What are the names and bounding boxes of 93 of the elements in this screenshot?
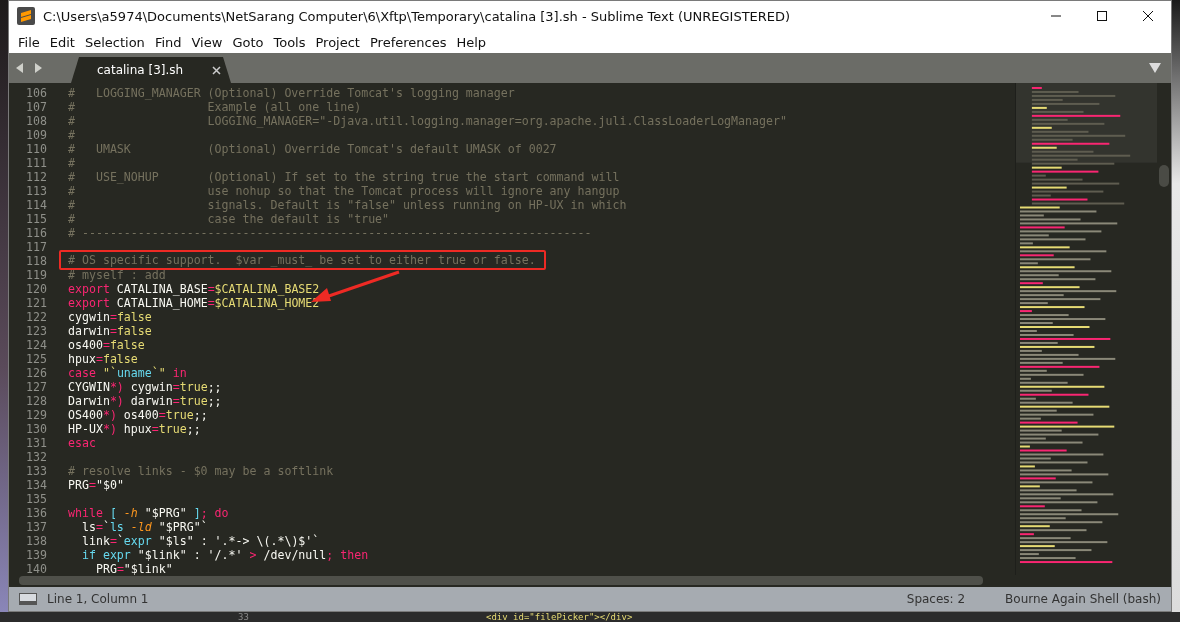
code-line: Darwin*) darwin=true;;	[68, 394, 222, 408]
code-line: ls=`ls -ld "$PRG"`	[80, 520, 208, 534]
code-line: # resolve links - $0 may be a softlink	[68, 464, 334, 478]
line-number: 107	[25, 100, 47, 114]
cursor-position: Line 1, Column 1	[47, 592, 149, 606]
code-line: #	[68, 156, 75, 170]
code-line: PRG="$link"	[94, 562, 173, 575]
panel-icon[interactable]	[19, 593, 37, 605]
minimap-drawing[interactable]	[1015, 83, 1157, 575]
line-number: 128	[25, 394, 47, 408]
line-number: 134	[25, 478, 47, 492]
code-line: export CATALINA_BASE=$CATALINA_BASE2	[68, 282, 320, 296]
menu-item[interactable]: Find	[149, 34, 187, 50]
code-line: # USE_NOHUP (Optional) If set to the string true the start command will	[68, 170, 620, 184]
menu-item[interactable]: Project	[310, 34, 365, 50]
line-number: 133	[25, 464, 47, 478]
scrollbar-thumb[interactable]	[1159, 165, 1169, 187]
line-number: 127	[25, 380, 47, 394]
line-number: 111	[25, 156, 47, 170]
code-line: PRG="$0"	[68, 478, 124, 492]
line-number: 123	[25, 324, 47, 338]
code-line: if expr "$link" : '/.*' > /dev/null; then	[80, 548, 369, 562]
line-number: 124	[25, 338, 47, 352]
code-line: esac	[68, 436, 96, 450]
line-number: 106	[25, 86, 47, 100]
indentation-setting[interactable]: Spaces: 2	[906, 592, 966, 606]
line-number: 118	[25, 254, 47, 268]
code-line: # myself : add	[68, 268, 166, 282]
line-number: 119	[25, 268, 47, 282]
line-number: 132	[25, 450, 47, 464]
line-number: 117	[25, 240, 47, 254]
line-number: 121	[25, 296, 47, 310]
code-line: # UMASK (Optional) Override Tomcat's default UMASK of 0027	[68, 142, 557, 156]
code-line: # -------------------------------------------------------------------------	[68, 226, 592, 240]
code-line: # signals. Default is "false" unless running on HP-UX in which	[68, 198, 627, 212]
line-number: 109	[25, 128, 47, 142]
code-line: darwin=false	[68, 324, 152, 338]
line-number: 131	[25, 436, 47, 450]
line-number: 138	[25, 534, 47, 548]
line-number: 113	[25, 184, 47, 198]
code-line: # OS specific support. $var _must_ be set to either true or false.	[68, 253, 536, 267]
line-number: 116	[25, 226, 47, 240]
line-number: 140	[25, 562, 47, 575]
line-number: 137	[25, 520, 47, 534]
menu-item[interactable]: Goto	[227, 34, 269, 50]
scrollbar-thumb[interactable]	[19, 576, 983, 585]
code-line: #	[68, 128, 75, 142]
line-number: 139	[25, 548, 47, 562]
menu-item[interactable]: Help	[451, 34, 492, 50]
code-line: hpux=false	[68, 352, 138, 366]
close-icon[interactable]	[212, 65, 221, 75]
window-title: C:\Users\a5974\Documents\NetSarang Computer\6\Xftp\Temporary\catalina [3].sh - Sublime Text (UNREGISTERED)	[43, 8, 792, 24]
code-line: # LOGGING_MANAGER="-Djava.util.logging.manager=org.apache.juli.ClassLoaderLogManager"	[68, 114, 787, 128]
menu-item[interactable]: Edit	[44, 34, 80, 50]
line-number: 33	[238, 612, 250, 622]
dropdown-icon[interactable]	[1149, 63, 1161, 73]
line-number: 108	[25, 114, 47, 128]
line-number: 130	[25, 422, 47, 436]
code-line: cygwin=false	[68, 310, 152, 324]
code-line: while [ -h "$PRG" ]; do	[68, 506, 229, 520]
line-number: 135	[25, 492, 47, 506]
menu-item[interactable]: View	[186, 34, 228, 50]
line-number: 114	[25, 198, 47, 212]
code-line: # Example (all one line)	[68, 100, 362, 114]
code-line: <div id="filePicker"></div>	[486, 612, 633, 622]
line-number: 126	[25, 366, 47, 380]
code-line: # use nohup so that the Tomcat process will ignore any hangup	[68, 184, 620, 198]
close-icon	[1142, 10, 1154, 22]
code-line: case "`uname`" in	[68, 366, 187, 380]
line-number: 120	[25, 282, 47, 296]
code-line: OS400*) os400=true;;	[68, 408, 208, 422]
menu-item[interactable]: Tools	[268, 34, 311, 50]
code-line: HP-UX*) hpux=true;;	[68, 422, 201, 436]
menu-item[interactable]: File	[13, 34, 45, 50]
line-number: 115	[25, 212, 47, 226]
app-icon	[17, 7, 35, 25]
menu-item[interactable]: Preferences	[364, 34, 452, 50]
line-number: 112	[25, 170, 47, 184]
line-number: 110	[25, 142, 47, 156]
line-number: 122	[25, 310, 47, 324]
line-number: 136	[25, 506, 47, 520]
menu-item[interactable]: Selection	[79, 34, 150, 50]
code-line: link=`expr "$ls" : '.*-> \(.*\)$'`	[80, 534, 320, 548]
syntax-setting[interactable]: Bourne Again Shell (bash)	[1005, 592, 1161, 606]
code-line: os400=false	[68, 338, 145, 352]
file-tab[interactable]: catalina [3].sh	[71, 57, 231, 83]
maximize-icon	[1096, 10, 1108, 22]
code-line: # LOGGING_MANAGER (Optional) Override Tomcat's logging manager	[68, 86, 515, 100]
code-line: # case the default is "true"	[68, 212, 390, 226]
line-number: 125	[25, 352, 47, 366]
code-line: CYGWIN*) cygwin=true;;	[68, 380, 222, 394]
line-number: 129	[25, 408, 47, 422]
code-line: export CATALINA_HOME=$CATALINA_HOME2	[68, 296, 320, 310]
